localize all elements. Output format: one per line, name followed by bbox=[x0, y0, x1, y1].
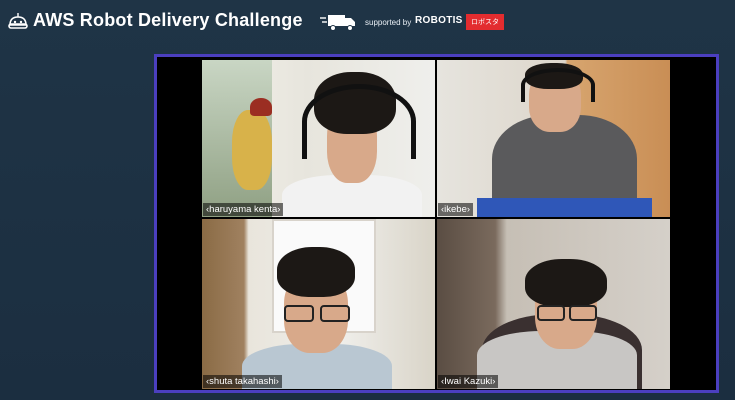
headset-icon bbox=[521, 68, 595, 102]
video-grid: ‹haruyama kenta› ‹ikebe› ‹shuta takahash… bbox=[154, 54, 719, 393]
participant-name: ‹shuta takahashi› bbox=[203, 375, 282, 388]
video-tile-takahashi: ‹shuta takahashi› bbox=[202, 219, 435, 389]
page-title: AWS Robot Delivery Challenge bbox=[33, 10, 303, 30]
participant-name: ‹ikebe› bbox=[438, 203, 474, 216]
video-tile-haruyama: ‹haruyama kenta› bbox=[202, 60, 435, 217]
plush-toy bbox=[232, 110, 272, 190]
participant-name: ‹haruyama kenta› bbox=[203, 203, 284, 216]
robot-head-icon bbox=[8, 13, 28, 29]
robosta-logo: ロボスタ bbox=[466, 14, 504, 30]
video-tile-ikebe: ‹ikebe› bbox=[437, 60, 670, 217]
delivery-truck-icon bbox=[320, 15, 355, 31]
robotis-logo: ROBOTIS bbox=[415, 15, 463, 26]
participant-name: ‹Iwai Kazuki› bbox=[438, 375, 499, 388]
headset-icon bbox=[302, 84, 416, 159]
supported-by-label: supported by bbox=[365, 18, 412, 27]
top-banner: AWS Robot Delivery Challenge supported b… bbox=[0, 0, 735, 44]
video-tile-iwai: ‹Iwai Kazuki› bbox=[437, 219, 670, 389]
